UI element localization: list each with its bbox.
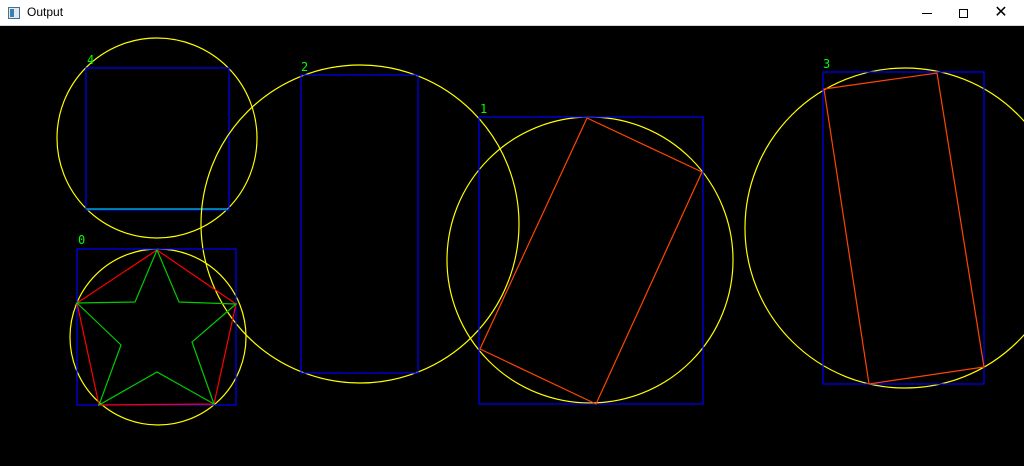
shape-0: 0 <box>69 233 247 426</box>
enclosing-circle-1 <box>446 116 734 404</box>
shape-2: 2 <box>200 60 520 384</box>
app-icon <box>8 7 20 19</box>
output-image: 4 2 1 3 0 <box>56 37 1024 426</box>
maximize-icon <box>958 8 968 18</box>
enclosing-circle-0 <box>69 248 247 426</box>
bounding-box-1 <box>478 116 704 405</box>
shape-label-4: 4 <box>87 53 94 67</box>
shape-label-0: 0 <box>78 233 85 247</box>
star-contour-0 <box>75 248 238 407</box>
bounding-box-3 <box>822 71 985 385</box>
shape-3: 3 <box>744 57 1024 389</box>
bounding-box-0 <box>76 248 237 406</box>
enclosing-circle-3 <box>744 67 1024 389</box>
shape-label-3: 3 <box>823 57 830 71</box>
image-canvas: 4 2 1 3 0 <box>0 26 1024 466</box>
shape-label-1: 1 <box>480 102 487 116</box>
bounding-box-2 <box>300 74 419 374</box>
shape-label-2: 2 <box>301 60 308 74</box>
shape-4: 4 <box>56 37 258 239</box>
convex-hull-0 <box>76 249 237 406</box>
bounding-box-4 <box>85 67 230 211</box>
rotated-rect-3 <box>823 72 985 385</box>
title-bar[interactable]: Output ✕ <box>0 0 1024 26</box>
shape-1: 1 <box>446 102 734 405</box>
window-title: Output <box>27 5 64 19</box>
enclosing-circle-2 <box>200 64 520 384</box>
rotated-rect-1 <box>479 117 703 405</box>
minimize-icon <box>922 12 932 14</box>
output-window: Output ✕ 4 2 1 3 0 <box>0 0 1024 466</box>
close-icon: ✕ <box>994 4 1008 21</box>
close-button[interactable]: ✕ <box>978 0 1024 26</box>
